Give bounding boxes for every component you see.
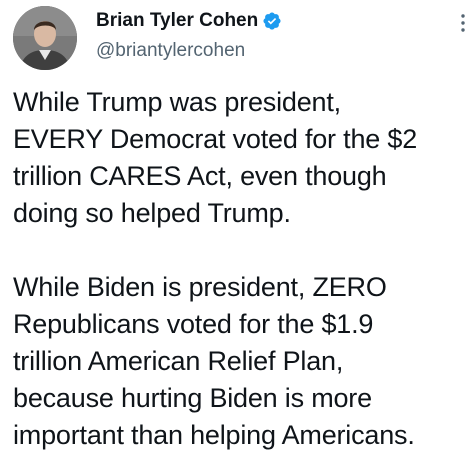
tweet-text: While Trump was president, EVERY Democra…	[13, 84, 471, 454]
avatar-photo-icon	[13, 6, 77, 70]
verified-badge-icon	[262, 11, 282, 31]
more-options-icon[interactable]	[458, 12, 468, 34]
avatar[interactable]	[13, 6, 77, 70]
tweet-card: Brian Tyler Cohen @briantylercohen While…	[0, 0, 474, 474]
tweet-paragraph: While Trump was president, EVERY Democra…	[13, 87, 418, 228]
tweet-paragraph: While Biden is president, ZERO Republica…	[13, 272, 415, 450]
author-display-name[interactable]: Brian Tyler Cohen	[96, 10, 258, 32]
author-handle[interactable]: @briantylercohen	[96, 40, 245, 62]
author-name-row[interactable]: Brian Tyler Cohen	[96, 10, 282, 32]
